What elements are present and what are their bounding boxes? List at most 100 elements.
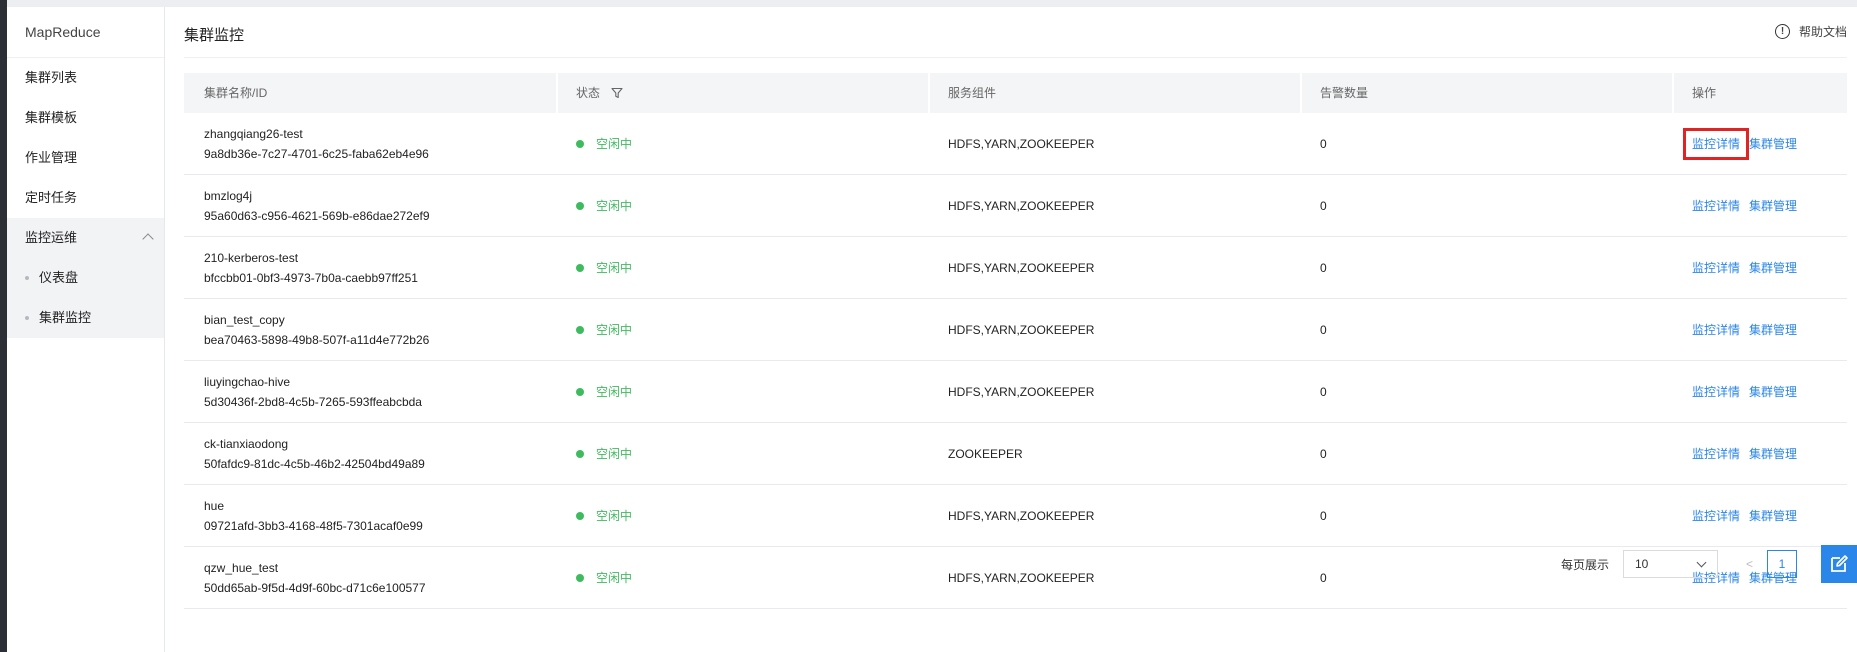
filter-icon[interactable] — [611, 87, 623, 99]
table-row: bmzlog4j 95a60d63-c956-4621-569b-e86dae27… — [184, 175, 1847, 237]
status-dot-icon — [576, 388, 584, 396]
monitor-detail-link[interactable]: 监控详情 — [1692, 509, 1740, 523]
cluster-manage-link[interactable]: 集群管理 — [1749, 199, 1797, 213]
components-cell: HDFS,YARN,ZOOKEEPER — [948, 260, 1095, 275]
status-text: 空闲中 — [596, 385, 633, 399]
monitor-detail-link[interactable]: 监控详情 — [1692, 199, 1740, 213]
components-cell: HDFS,YARN,ZOOKEEPER — [948, 384, 1095, 399]
edit-button[interactable] — [1821, 545, 1857, 583]
sidebar-item-job-management[interactable]: 作业管理 — [7, 138, 164, 178]
sidebar-group-header[interactable]: 监控运维 — [7, 218, 164, 258]
components-cell: ZOOKEEPER — [948, 446, 1023, 461]
alerts-cell: 0 — [1320, 136, 1327, 151]
cluster-manage-link[interactable]: 集群管理 — [1749, 385, 1797, 399]
sidebar-title: MapReduce — [7, 7, 164, 58]
chevron-down-icon — [1696, 557, 1707, 568]
sidebar-item-dashboard[interactable]: 仪表盘 — [7, 258, 164, 298]
cluster-id: bea70463-5898-49b8-507f-a11d4e772b26 — [204, 332, 430, 347]
main-content: 集群监控 ! 帮助文档 集群名称/ID 状态 服务组件 告警数量 操作 zhan… — [165, 7, 1857, 652]
sidebar-item-scheduled-tasks[interactable]: 定时任务 — [7, 178, 164, 218]
table-row: liuyingchao-hive 5d30436f-2bd8-4c5b-7265-… — [184, 361, 1847, 423]
table-row: ck-tianxiaodong 50fafdc9-81dc-4c5b-46b2-4… — [184, 423, 1847, 485]
status-cell: 空闲中 — [556, 321, 928, 338]
cluster-name: 210-kerberos-test — [204, 250, 299, 265]
status-text: 空闲中 — [596, 137, 633, 151]
monitor-detail-link[interactable]: 监控详情 — [1682, 128, 1750, 160]
status-cell: 空闲中 — [556, 507, 928, 524]
actions-cell: 监控详情 集群管理 — [1672, 507, 1847, 524]
column-header-alerts: 告警数量 — [1300, 73, 1672, 113]
cluster-name-cell: qzw_hue_test 50dd65ab-9f5d-4d9f-60bc-d71c… — [184, 558, 556, 598]
monitor-detail-link[interactable]: 监控详情 — [1692, 385, 1740, 399]
alerts-cell: 0 — [1320, 446, 1327, 461]
status-text: 空闲中 — [596, 199, 633, 213]
monitor-detail-link[interactable]: 监控详情 — [1692, 261, 1740, 275]
edit-icon — [1831, 555, 1848, 572]
cluster-id: 50dd65ab-9f5d-4d9f-60bc-d71c6e100577 — [204, 580, 426, 595]
prev-page-button[interactable]: < — [1746, 557, 1753, 571]
cluster-name: hue — [204, 498, 225, 513]
help-docs-label: 帮助文档 — [1798, 25, 1847, 39]
cluster-table: 集群名称/ID 状态 服务组件 告警数量 操作 zhangqiang26-tes… — [184, 73, 1847, 609]
cluster-name: zhangqiang26-test — [204, 126, 303, 141]
alerts-cell: 0 — [1320, 384, 1327, 399]
table-row: bian_test_copy bea70463-5898-49b8-507f-a1… — [184, 299, 1847, 361]
status-cell: 空闲中 — [556, 569, 928, 586]
status-dot-icon — [576, 264, 584, 272]
page-size-label: 每页展示 — [1560, 557, 1609, 572]
alerts-cell: 0 — [1320, 260, 1327, 275]
cluster-manage-link[interactable]: 集群管理 — [1749, 137, 1797, 151]
actions-cell: 监控详情 集群管理 — [1672, 259, 1847, 276]
components-cell: HDFS,YARN,ZOOKEEPER — [948, 322, 1095, 337]
cluster-name-cell: bmzlog4j 95a60d63-c956-4621-569b-e86dae27… — [184, 186, 556, 226]
page-title: 集群监控 — [184, 27, 245, 44]
page-size-select[interactable]: 10 — [1622, 550, 1718, 578]
actions-cell: 监控详情 集群管理 — [1672, 383, 1847, 400]
status-text: 空闲中 — [596, 323, 633, 337]
pagination: 每页展示 10 < 1 — [1561, 545, 1857, 583]
actions-cell: 监控详情 集群管理 — [1672, 321, 1847, 338]
cluster-id: 9a8db36e-7c27-4701-6c25-faba62eb4e96 — [204, 146, 429, 161]
cluster-name: qzw_hue_test — [204, 560, 279, 575]
components-cell: HDFS,YARN,ZOOKEEPER — [948, 136, 1095, 151]
table-header: 集群名称/ID 状态 服务组件 告警数量 操作 — [184, 73, 1847, 113]
status-text: 空闲中 — [596, 447, 633, 461]
bullet-icon — [25, 276, 29, 280]
cluster-manage-link[interactable]: 集群管理 — [1749, 509, 1797, 523]
help-icon: ! — [1774, 24, 1790, 39]
monitor-detail-link[interactable]: 监控详情 — [1692, 447, 1740, 461]
actions-cell: 监控详情 集群管理 — [1672, 445, 1847, 462]
cluster-name: bian_test_copy — [204, 312, 285, 327]
monitor-detail-link[interactable]: 监控详情 — [1692, 323, 1740, 337]
sidebar-group-monitoring: 监控运维 仪表盘 集群监控 — [7, 218, 164, 338]
sidebar-item-label: 仪表盘 — [39, 270, 79, 285]
cluster-id: bfccbb01-0bf3-4973-7b0a-caebb97ff251 — [204, 270, 418, 285]
table-row: zhangqiang26-test 9a8db36e-7c27-4701-6c25… — [184, 113, 1847, 175]
cluster-manage-link[interactable]: 集群管理 — [1749, 323, 1797, 337]
sidebar: MapReduce 集群列表 集群模板 作业管理 定时任务 监控运维 仪表盘 集… — [7, 7, 165, 652]
table-row: hue 09721afd-3bb3-4168-48f5-7301acaf0e99 空… — [184, 485, 1847, 547]
status-cell: 空闲中 — [556, 135, 928, 152]
cluster-name: bmzlog4j — [204, 188, 253, 203]
sidebar-item-cluster-list[interactable]: 集群列表 — [7, 58, 164, 98]
sidebar-item-cluster-template[interactable]: 集群模板 — [7, 98, 164, 138]
alerts-cell: 0 — [1320, 508, 1327, 523]
column-header-components: 服务组件 — [928, 73, 1300, 113]
table-row: 210-kerberos-test bfccbb01-0bf3-4973-7b0a… — [184, 237, 1847, 299]
help-docs-link[interactable]: ! 帮助文档 — [1774, 23, 1847, 40]
cluster-manage-link[interactable]: 集群管理 — [1749, 447, 1797, 461]
status-dot-icon — [576, 512, 584, 520]
sidebar-item-cluster-monitor[interactable]: 集群监控 — [7, 298, 164, 338]
status-cell: 空闲中 — [556, 383, 928, 400]
status-cell: 空闲中 — [556, 445, 928, 462]
column-header-actions: 操作 — [1672, 73, 1847, 113]
sidebar-group-label: 监控运维 — [25, 230, 78, 245]
page-header: 集群监控 ! 帮助文档 — [184, 7, 1847, 58]
cluster-name-cell: bian_test_copy bea70463-5898-49b8-507f-a1… — [184, 310, 556, 350]
window-edge — [0, 0, 7, 652]
actions-cell: 监控详情 集群管理 — [1672, 197, 1847, 214]
cluster-manage-link[interactable]: 集群管理 — [1749, 261, 1797, 275]
page-number-button[interactable]: 1 — [1767, 550, 1797, 578]
status-dot-icon — [576, 326, 584, 334]
cluster-id: 09721afd-3bb3-4168-48f5-7301acaf0e99 — [204, 518, 423, 533]
